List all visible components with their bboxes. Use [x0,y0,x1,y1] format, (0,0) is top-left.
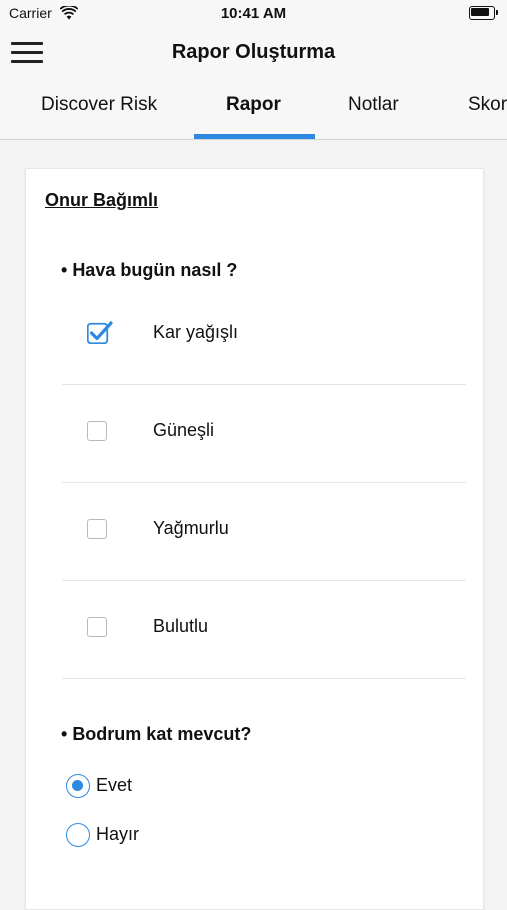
tab-discover-risk[interactable]: Discover Risk [41,76,157,139]
option-yagmurlu[interactable]: Yağmurlu [62,482,466,581]
checkbox-icon[interactable] [87,617,107,637]
option-label: Güneşli [153,420,215,440]
option-label: Kar yağışlı [153,322,239,342]
bullet-mark: • [61,724,68,744]
active-tab-indicator [194,134,315,139]
status-time: 10:41 AM [220,5,287,22]
report-card: Onur Bağımlı • Hava bugün nasıl ? Kar yağ… [25,168,484,910]
battery-icon [469,6,499,20]
navigation-bar: Rapor Oluşturma [0,28,507,76]
checkbox-icon[interactable] [87,519,107,539]
option-kar-yagisli[interactable]: Kar yağışlı [62,286,466,385]
option-label: Yağmurlu [153,518,229,538]
radio-selected-icon[interactable] [66,774,90,798]
tab-skor[interactable]: Skor [468,76,507,139]
tab-rapor[interactable]: Rapor [226,76,281,139]
status-bar: Carrier 10:41 AM [0,0,507,28]
radio-label: Hayır [96,824,140,844]
checkbox-icon[interactable] [87,421,107,441]
checkbox-checked-icon[interactable] [87,321,113,344]
option-label: Bulutlu [153,616,209,636]
page-title: Rapor Oluşturma [171,41,336,63]
bullet-mark: • [61,260,68,280]
question-basement-text: Bodrum kat mevcut? [72,724,252,744]
tab-bar: Discover Risk Rapor Notlar Skor [0,76,507,140]
radio-icon[interactable] [66,823,90,847]
tab-notlar[interactable]: Notlar [348,76,399,139]
option-gunesli[interactable]: Güneşli [62,384,466,483]
question-weather-title: • Hava bugün nasıl ? [61,260,237,281]
option-bulutlu[interactable]: Bulutlu [62,580,466,679]
person-name: Onur Bağımlı [45,190,159,210]
radio-label: Evet [96,775,133,795]
question-weather-text: Hava bugün nasıl ? [72,260,238,280]
question-basement-title: • Bodrum kat mevcut? [61,724,251,745]
